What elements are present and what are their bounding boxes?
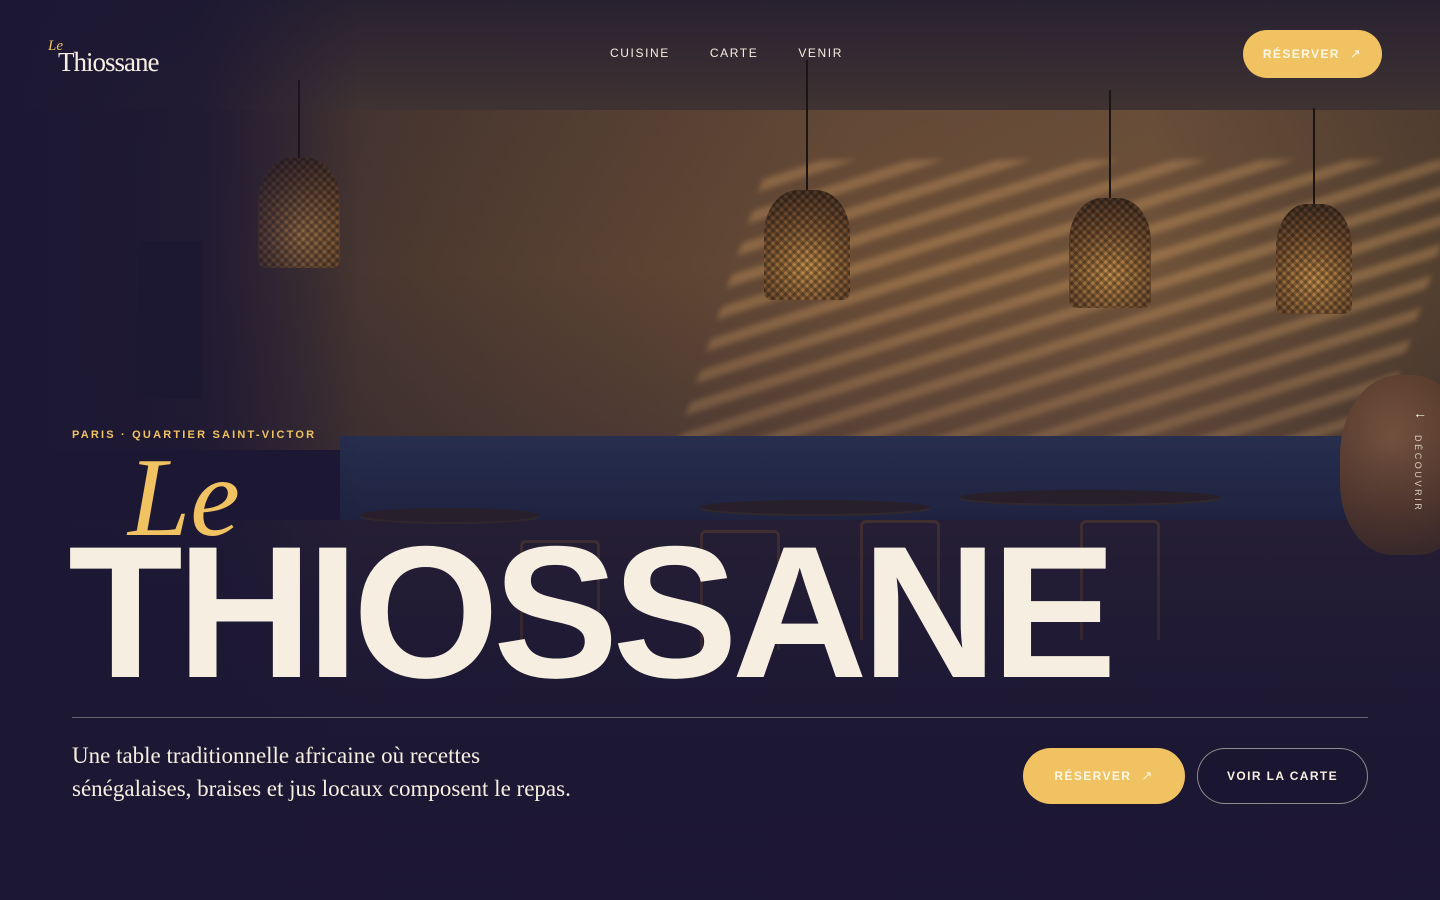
arrow-up-right-icon: ↗ xyxy=(1141,768,1154,783)
nav-item-venir[interactable]: VENIR xyxy=(798,46,843,62)
hero-tagline-line1: Une table traditionnelle africaine où re… xyxy=(72,743,481,768)
header-reserve-button[interactable]: RÉSERVER ↗ xyxy=(1243,30,1382,78)
logo-name: Thiossane xyxy=(58,47,159,77)
hero-tagline: Une table traditionnelle africaine où re… xyxy=(72,739,632,805)
brand-logo[interactable]: Le Thiossane xyxy=(48,38,188,80)
hero-title: THIOSSANE xyxy=(68,507,1117,717)
arrow-left-icon: ← xyxy=(1413,405,1427,421)
main-nav: CUISINE CARTE VENIR xyxy=(610,46,843,62)
view-menu-button[interactable]: VOIR LA CARTE xyxy=(1197,748,1368,804)
arrow-up-right-icon: ↗ xyxy=(1349,46,1363,61)
hero-tagline-line2: sénégalaises, braises et jus locaux comp… xyxy=(72,776,571,801)
nav-item-carte[interactable]: CARTE xyxy=(710,46,758,62)
header-reserve-label: RÉSERVER xyxy=(1262,47,1340,61)
hero-reserve-label: RÉSERVER xyxy=(1054,769,1132,783)
discover-scroll-indicator[interactable]: ← DÉCOUVRIR xyxy=(1410,405,1430,515)
hero-reserve-button[interactable]: RÉSERVER ↗ xyxy=(1023,748,1185,804)
hero-divider xyxy=(72,717,1368,718)
discover-label: DÉCOUVRIR xyxy=(1413,435,1423,513)
view-menu-label: VOIR LA CARTE xyxy=(1226,769,1339,783)
nav-item-cuisine[interactable]: CUISINE xyxy=(610,46,670,62)
